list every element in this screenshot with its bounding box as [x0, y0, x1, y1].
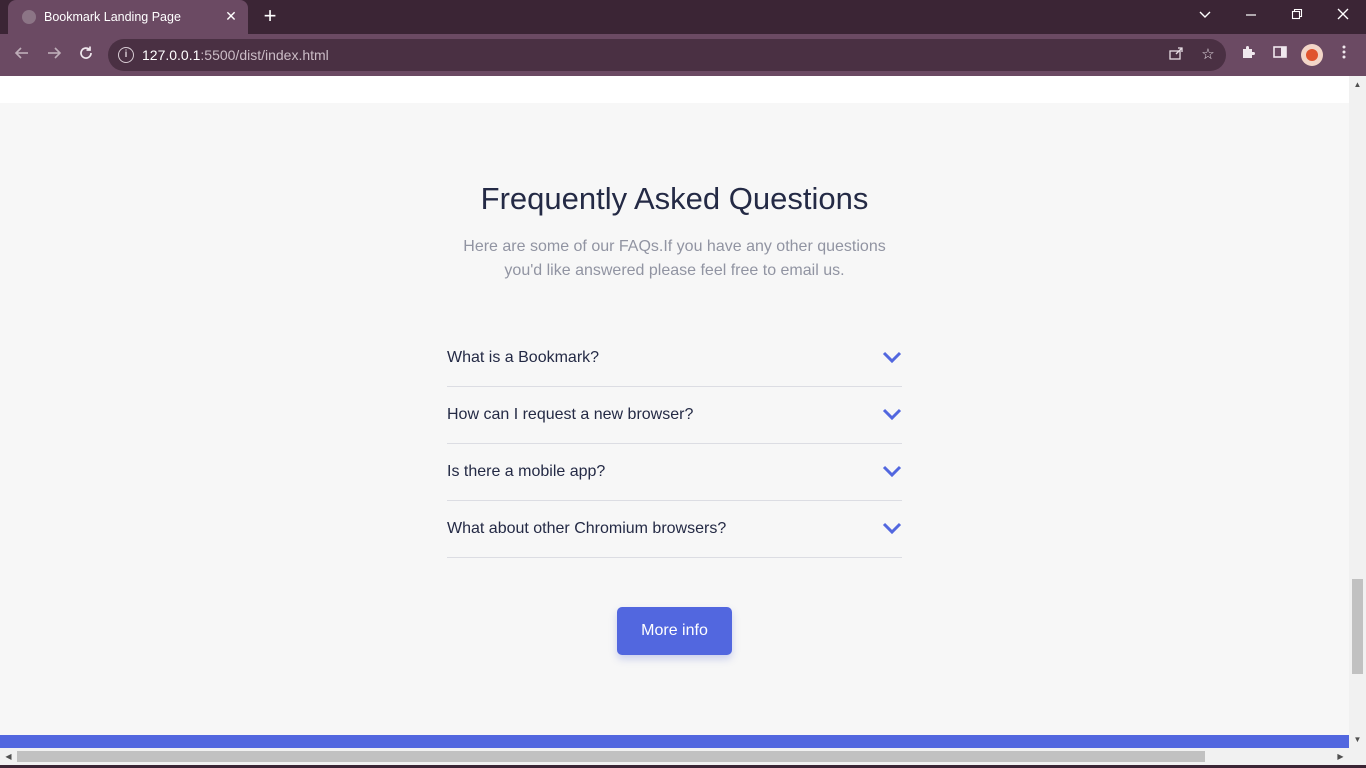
- share-icon[interactable]: [1166, 45, 1186, 65]
- vertical-scroll-thumb[interactable]: [1352, 579, 1363, 674]
- previous-section-edge: [0, 76, 1349, 103]
- profile-avatar[interactable]: [1301, 44, 1323, 66]
- more-info-button[interactable]: More info: [617, 607, 732, 655]
- vertical-scrollbar[interactable]: ▲ ▼: [1349, 76, 1366, 748]
- faq-question: What about other Chromium browsers?: [447, 520, 727, 537]
- faq-item[interactable]: Is there a mobile app?: [447, 444, 902, 501]
- chevron-down-icon[interactable]: [882, 464, 902, 478]
- extensions-icon[interactable]: [1237, 44, 1259, 66]
- reload-button[interactable]: [73, 42, 99, 68]
- browser-toolbar: i 127.0.0.1:5500/dist/index.html ☆: [0, 34, 1366, 76]
- site-info-icon[interactable]: i: [118, 47, 134, 63]
- address-bar[interactable]: i 127.0.0.1:5500/dist/index.html ☆: [108, 39, 1226, 71]
- faq-item[interactable]: What is a Bookmark?: [447, 330, 902, 387]
- scroll-up-arrow-icon[interactable]: ▲: [1349, 76, 1366, 93]
- chevron-down-icon[interactable]: [882, 521, 902, 535]
- faq-heading: Frequently Asked Questions: [480, 181, 869, 216]
- side-panel-icon[interactable]: [1269, 44, 1291, 66]
- browser-titlebar: Bookmark Landing Page ✕ +: [0, 0, 1366, 34]
- url-text: 127.0.0.1:5500/dist/index.html: [142, 47, 329, 63]
- minimize-button[interactable]: [1228, 0, 1274, 30]
- scroll-right-arrow-icon[interactable]: ▶: [1332, 748, 1349, 765]
- horizontal-scrollbar[interactable]: ◀ ▶: [0, 748, 1366, 765]
- back-button[interactable]: [9, 42, 35, 68]
- scroll-left-arrow-icon[interactable]: ◀: [0, 748, 17, 765]
- new-tab-button[interactable]: +: [258, 5, 282, 29]
- restore-button[interactable]: [1274, 0, 1320, 30]
- faq-item[interactable]: How can I request a new browser?: [447, 387, 902, 444]
- faq-accordion: What is a Bookmark? How can I request a …: [447, 330, 902, 558]
- faq-question: How can I request a new browser?: [447, 406, 694, 423]
- faq-subtitle: Here are some of our FAQs.If you have an…: [463, 238, 886, 279]
- scroll-down-arrow-icon[interactable]: ▼: [1349, 731, 1366, 748]
- tab-title: Bookmark Landing Page: [44, 10, 181, 24]
- faq-question: What is a Bookmark?: [447, 349, 600, 366]
- tab-search-icon[interactable]: [1182, 0, 1228, 30]
- chevron-down-icon[interactable]: [882, 407, 902, 421]
- horizontal-scroll-thumb[interactable]: [17, 751, 1205, 762]
- menu-kebab-icon[interactable]: [1333, 44, 1355, 66]
- chevron-down-icon[interactable]: [882, 350, 902, 364]
- page-viewport: Frequently Asked Questions Here are some…: [0, 76, 1349, 748]
- close-window-button[interactable]: [1320, 0, 1366, 30]
- browser-tab[interactable]: Bookmark Landing Page ✕: [8, 0, 248, 34]
- faq-question: Is there a mobile app?: [447, 463, 606, 480]
- bookmark-star-icon[interactable]: ☆: [1198, 45, 1218, 65]
- tab-close-icon[interactable]: ✕: [222, 7, 240, 25]
- next-section-edge: [0, 735, 1349, 748]
- faq-item[interactable]: What about other Chromium browsers?: [447, 501, 902, 558]
- forward-button[interactable]: [41, 42, 67, 68]
- globe-icon: [22, 10, 36, 24]
